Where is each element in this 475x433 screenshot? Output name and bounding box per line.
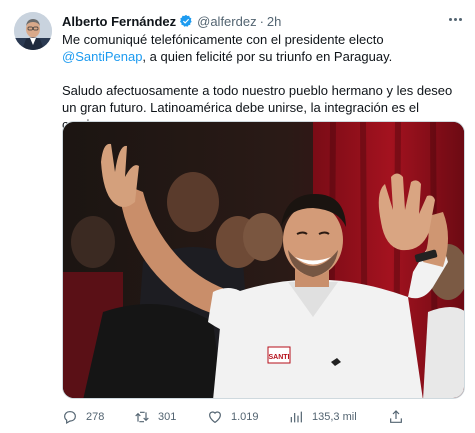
tweet-photo[interactable]: SANTI	[62, 121, 465, 399]
verified-badge-icon	[180, 14, 192, 27]
author-name[interactable]: Alberto Fernández	[62, 14, 176, 29]
views-count: 135,3 mil	[312, 411, 357, 423]
reply-button[interactable]: 278	[62, 406, 104, 428]
retweet-button[interactable]: 301	[134, 406, 176, 428]
views-button[interactable]: 135,3 mil	[288, 406, 357, 428]
shirt-text: SANTI	[269, 354, 290, 361]
tweet-paragraph-1: Me comuniqué telefónicamente con el pres…	[62, 31, 467, 65]
more-icon[interactable]	[445, 9, 465, 29]
action-bar: 278 301 1.019 135,3 mil	[62, 406, 462, 428]
retweet-icon	[135, 411, 149, 423]
share-button[interactable]	[388, 406, 412, 428]
text-segment: Me comuniqué telefónicamente con el pres…	[62, 32, 384, 47]
like-button[interactable]: 1.019	[207, 406, 259, 428]
reply-icon	[64, 411, 76, 425]
like-icon	[209, 411, 221, 424]
text-segment: , a quien felicité por su triunfo en Par…	[142, 49, 393, 64]
share-icon	[390, 410, 402, 423]
avatar[interactable]	[14, 12, 52, 50]
header-separator: ·	[259, 13, 264, 29]
author-handle[interactable]: @alferdez	[197, 14, 256, 29]
tweet-header: Alberto Fernández @alferdez · 2h	[62, 12, 281, 30]
like-count: 1.019	[231, 411, 259, 423]
tweet-timestamp[interactable]: 2h	[267, 14, 281, 29]
tweet-text: Me comuniqué telefónicamente con el pres…	[62, 31, 467, 133]
reply-count: 278	[86, 411, 105, 423]
retweet-count: 301	[158, 411, 177, 423]
mention-link[interactable]: @SantiPenap	[62, 49, 142, 64]
views-icon	[290, 411, 302, 423]
tweet[interactable]: Alberto Fernández @alferdez · 2h Me comu…	[0, 0, 475, 433]
